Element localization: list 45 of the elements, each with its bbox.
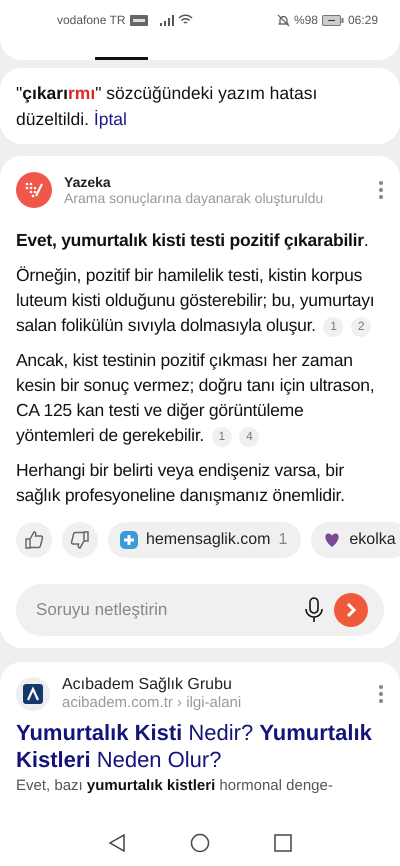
battery-icon xyxy=(322,14,344,26)
dislike-button[interactable] xyxy=(62,522,98,558)
more-icon[interactable] xyxy=(378,180,384,200)
refine-search-field[interactable]: Soruyu netleştirin xyxy=(16,584,384,636)
result-snippet: Evet, bazı yumurtalık kistleri hormonal denge- xyxy=(16,777,334,794)
thumbs-down-icon xyxy=(70,530,90,550)
signal-icon xyxy=(160,14,174,26)
microphone-icon[interactable] xyxy=(304,597,324,623)
refine-input[interactable]: Soruyu netleştirin xyxy=(34,599,294,621)
cross-logo-icon xyxy=(120,531,138,549)
home-icon[interactable] xyxy=(190,833,210,853)
citation-badge[interactable]: 2 xyxy=(351,316,372,336)
carrier-label: vodafone TR xyxy=(57,13,126,27)
heart-logo-icon xyxy=(323,531,342,549)
wifi-icon xyxy=(178,14,192,26)
submit-button[interactable] xyxy=(334,593,368,627)
site-name: Acıbadem Sağlık Grubu xyxy=(62,676,233,694)
assistant-logo-icon xyxy=(16,172,52,208)
assistant-subtitle: Arama sonuçlarına dayanarak oluşturuldu xyxy=(64,190,324,206)
spell-correction-notice: "çıkarırmı" sözcüğündeki yazım hatası düzeltildi. İptal xyxy=(0,68,400,144)
answer-paragraph: Ancak, kist testinin pozitif çıkması her zaman kesin bir sonuç vermez; doğru tanı için ultrason, CA 125 kan testi ve diğer görüntüleme yöntemleri de gerekebilir. 1 4 xyxy=(16,349,376,448)
assistant-name: Yazeka xyxy=(64,174,112,190)
chevron-right-icon xyxy=(345,603,357,617)
answer-paragraph: Örneğin, pozitif bir hamilelik testi, kistin korpus luteum kisti olduğunu gösterebilir; bu, yumurtayı salan folikülün sıvıyla dolmasıyla oluşur. 1 2 xyxy=(16,264,376,338)
more-icon[interactable] xyxy=(378,684,384,704)
volte-icon xyxy=(130,14,148,26)
clock-time: 06:29 xyxy=(348,13,378,27)
bell-off-icon xyxy=(276,14,290,26)
citation-badge[interactable]: 1 xyxy=(212,426,232,446)
citation-badge[interactable]: 4 xyxy=(239,426,260,446)
answer-paragraph: Evet, yumurtalık kisti testi pozitif çıkarabilir. xyxy=(16,229,370,252)
source-chip[interactable]: ekolka xyxy=(311,522,400,558)
thumbs-up-icon xyxy=(24,530,44,550)
result-title-link[interactable]: Yumurtalık Kisti Nedir? Yumurtalık Kistleri Neden Olur? xyxy=(16,719,384,773)
tab-indicator xyxy=(95,57,148,60)
cancel-link[interactable]: İptal xyxy=(94,109,127,129)
citation-badge[interactable]: 1 xyxy=(323,316,344,336)
recents-icon[interactable] xyxy=(274,834,292,852)
site-logo-icon xyxy=(16,676,50,710)
source-chip[interactable]: hemensaglik.com 1 xyxy=(108,522,302,558)
site-url: acibadem.com.tr › ilgi-alani xyxy=(62,694,242,711)
back-icon[interactable] xyxy=(108,833,126,853)
like-button[interactable] xyxy=(16,522,52,558)
answer-paragraph: Herhangi bir belirti veya endişeniz varsa, bir sağlık profesyoneline danışmanız önemlidir. xyxy=(16,459,346,507)
battery-percent: %98 xyxy=(294,13,318,27)
